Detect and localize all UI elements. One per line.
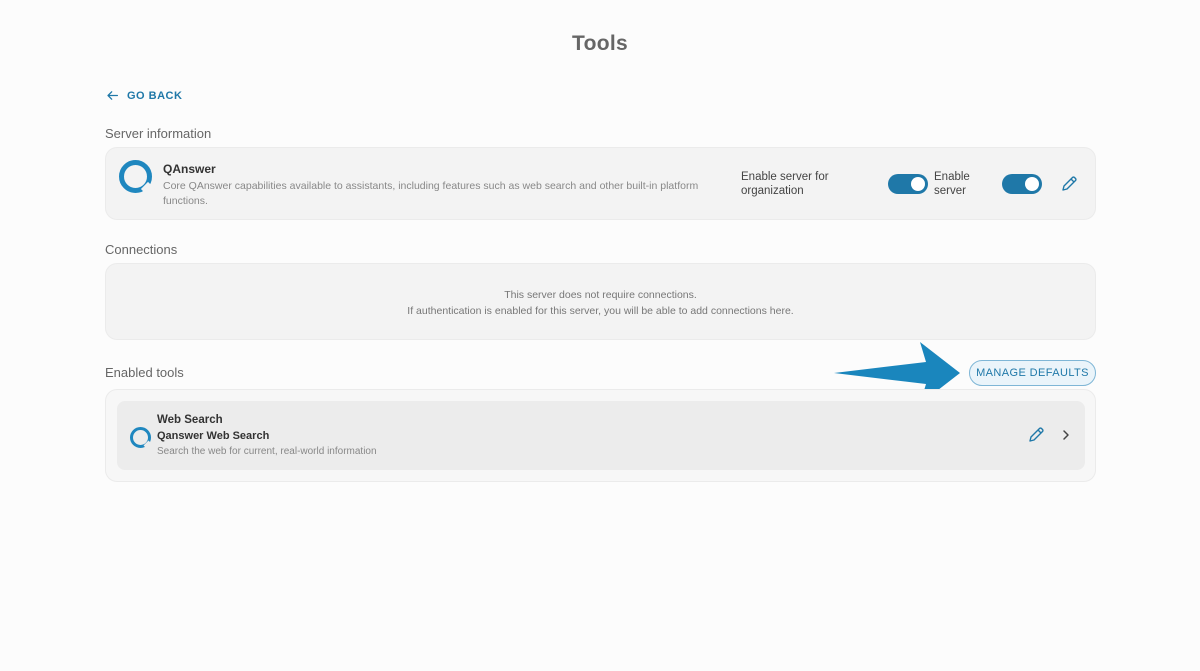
- tool-description: Search the web for current, real-world i…: [157, 446, 377, 457]
- tool-title: Web Search: [157, 414, 223, 426]
- connections-message-2: If authentication is enabled for this se…: [407, 305, 794, 317]
- server-card: QAnswer Core QAnswer capabilities availa…: [105, 147, 1096, 220]
- enable-org-toggle[interactable]: [888, 174, 928, 194]
- chevron-right-icon[interactable]: [1060, 429, 1072, 441]
- server-name: QAnswer: [163, 162, 216, 176]
- org-toggle-label: Enable server for organization: [741, 171, 829, 197]
- tool-subtitle: Qanswer Web Search: [157, 430, 270, 442]
- page-title: Tools: [572, 32, 628, 55]
- manage-defaults-button[interactable]: MANAGE DEFAULTS: [969, 360, 1096, 386]
- go-back-label: GO BACK: [127, 89, 183, 102]
- tools-page: Tools GO BACK Server information QAnswer…: [0, 0, 1200, 671]
- server-info-heading: Server information: [105, 126, 212, 141]
- tool-item-web-search[interactable]: Web Search Qanswer Web Search Search the…: [117, 401, 1085, 470]
- server-toggle-label: Enable server: [934, 171, 970, 197]
- connections-message-1: This server does not require connections…: [504, 289, 697, 301]
- enabled-tools-card: Web Search Qanswer Web Search Search the…: [105, 389, 1096, 482]
- connections-card: This server does not require connections…: [105, 263, 1096, 340]
- qanswer-logo-icon: [130, 427, 151, 448]
- pencil-icon[interactable]: [1060, 175, 1078, 193]
- qanswer-logo-icon: [119, 160, 152, 193]
- enabled-tools-heading: Enabled tools: [105, 365, 184, 380]
- connections-heading: Connections: [105, 242, 178, 257]
- go-back-link[interactable]: GO BACK: [106, 89, 182, 102]
- pencil-icon[interactable]: [1027, 426, 1045, 444]
- enable-server-toggle[interactable]: [1002, 174, 1042, 194]
- server-description: Core QAnswer capabilities available to a…: [163, 180, 699, 207]
- arrow-left-icon: [107, 91, 119, 100]
